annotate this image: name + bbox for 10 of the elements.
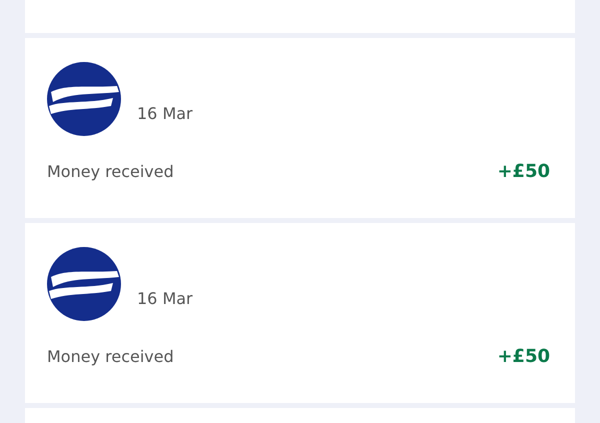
transaction-card[interactable]: 16 Mar Money received +£50	[25, 38, 575, 218]
transaction-description: Money received	[47, 160, 174, 182]
avatar-icon	[47, 62, 121, 136]
transaction-date: 16 Mar	[137, 103, 193, 125]
transaction-date: 16 Mar	[137, 288, 193, 310]
transaction-amount: +£50	[497, 345, 550, 369]
transaction-amount: +£50	[497, 160, 550, 184]
transaction-card[interactable]: 16 Mar Money received +£50	[25, 223, 575, 403]
transaction-description: Money received	[47, 346, 174, 368]
avatar-icon	[47, 247, 121, 321]
